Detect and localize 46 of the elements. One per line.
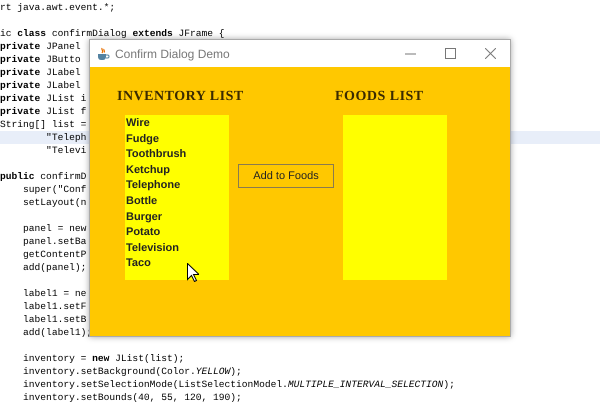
code-line: String[] list = bbox=[0, 118, 86, 131]
list-item[interactable]: Burger bbox=[126, 210, 229, 226]
code-line: public confirmD bbox=[0, 170, 86, 183]
inventory-list[interactable]: Wire Fudge Toothbrush Ketchup Telephone Bottle Burger Potato Television Taco bbox=[125, 115, 229, 280]
list-item[interactable]: Taco bbox=[126, 256, 229, 272]
code-line: inventory.setBackground(Color.YELLOW); bbox=[22, 365, 242, 378]
list-item[interactable]: Toothbrush bbox=[126, 147, 229, 163]
code-line: label1.setB bbox=[22, 313, 86, 326]
maximize-icon bbox=[444, 48, 456, 59]
code-line: private JButto bbox=[0, 53, 81, 66]
list-item[interactable]: Fudge bbox=[126, 132, 229, 148]
code-line: inventory.setSelectionMode(ListSelectionModel.MULTIPLE_INTERVAL_SELECTION); bbox=[22, 378, 455, 391]
code-line: ic class confirmDialog extends JFrame { bbox=[0, 27, 225, 40]
code-line: getContentP bbox=[22, 248, 86, 261]
code-line: add(label1); bbox=[22, 326, 92, 339]
code-line: setLayout(n bbox=[22, 196, 86, 209]
code-line: private JList i bbox=[0, 92, 86, 105]
code-line: super("Conf bbox=[22, 183, 86, 196]
list-item[interactable]: Television bbox=[126, 240, 229, 256]
code-line: rt java.awt.event.*; bbox=[0, 1, 116, 14]
pointer-icon bbox=[187, 263, 199, 282]
foods-heading: FOODS LIST bbox=[335, 88, 424, 106]
code-line: private JPanel bbox=[0, 40, 81, 53]
code-line: label1.setF bbox=[22, 300, 86, 313]
close-icon bbox=[484, 48, 496, 59]
code-line: add(panel); bbox=[22, 261, 86, 274]
code-line: inventory.setBounds(40, 55, 120, 190); bbox=[22, 391, 242, 404]
minimize-icon bbox=[404, 52, 416, 54]
code-line: inventory = new JList(list); bbox=[22, 352, 184, 365]
list-item[interactable]: Bottle bbox=[126, 194, 229, 210]
code-line: private JList f bbox=[0, 105, 86, 118]
cup-icon bbox=[96, 46, 110, 60]
list-item[interactable]: Telephone bbox=[126, 178, 229, 194]
add-to-foods-button[interactable]: Add to Foods bbox=[238, 164, 334, 188]
code-line: private JLabel bbox=[0, 66, 81, 79]
window-title: Confirm Dialog Demo bbox=[115, 46, 230, 62]
code-line: panel.setBa bbox=[22, 235, 86, 248]
list-item[interactable]: Ketchup bbox=[126, 162, 229, 178]
code-line: panel = new bbox=[22, 222, 86, 235]
code-line: label1 = ne bbox=[22, 287, 86, 300]
code-line: private JLabel bbox=[0, 79, 81, 92]
code-line: "Teleph bbox=[45, 131, 86, 144]
code-line: "Televi bbox=[45, 144, 86, 157]
inventory-heading: INVENTORY LIST bbox=[117, 88, 244, 106]
list-item[interactable]: Wire bbox=[126, 116, 229, 132]
list-item[interactable]: Potato bbox=[126, 225, 229, 241]
